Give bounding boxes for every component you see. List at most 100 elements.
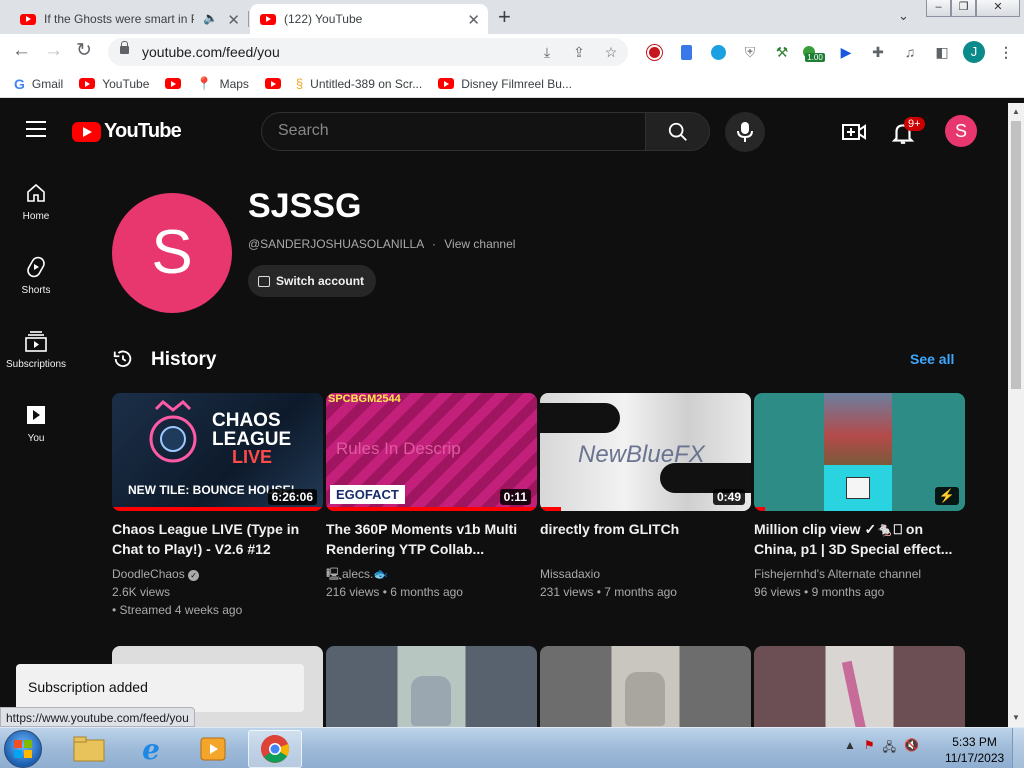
video-thumbnail[interactable]: NewBlueFX 0:49 bbox=[540, 393, 751, 511]
chrome-icon bbox=[261, 735, 289, 763]
views-and-age: 231 views • 7 months ago bbox=[540, 585, 677, 599]
network-icon[interactable]: 🖧 bbox=[883, 738, 896, 759]
bookmark-disney[interactable]: Disney Filmreel Bu... bbox=[438, 77, 572, 91]
back-icon[interactable]: ← bbox=[12, 40, 31, 62]
extension-tools-icon[interactable]: ⚒ bbox=[766, 42, 798, 62]
channel-name[interactable]: Missadaxio bbox=[540, 565, 751, 583]
scrollbar-thumb[interactable] bbox=[1011, 121, 1021, 389]
lock-icon[interactable] bbox=[120, 41, 129, 54]
restore-button[interactable]: ❐ bbox=[951, 0, 976, 17]
volume-muted-icon[interactable]: 🔇 bbox=[904, 738, 919, 759]
thumbnail-cat bbox=[625, 672, 665, 726]
taskbar-media-player[interactable] bbox=[186, 730, 240, 768]
taskbar-clock[interactable]: 5:33 PM 11/17/2023 bbox=[945, 734, 1004, 766]
video-title[interactable]: directly from GLITCh bbox=[540, 519, 751, 559]
hamburger-menu-icon[interactable] bbox=[26, 121, 46, 137]
voice-search-button[interactable] bbox=[725, 112, 765, 152]
video-thumbnail[interactable] bbox=[540, 646, 751, 727]
bookmark-scratch[interactable]: § Untitled-389 on Scr... bbox=[296, 76, 422, 91]
close-window-button[interactable]: ✕ bbox=[976, 0, 1020, 17]
taskbar-chrome[interactable] bbox=[248, 730, 302, 768]
tab-title: If the Ghosts were smart in P bbox=[44, 12, 194, 26]
video-title[interactable]: Million clip view ✓🐁⎕ on China, p1 | 3D … bbox=[754, 519, 965, 559]
forward-icon[interactable]: → bbox=[44, 40, 63, 62]
install-app-icon[interactable]: ⤓ bbox=[536, 42, 558, 62]
video-card[interactable]: CHAOS LEAGUE LIVE NEW TILE: BOUNCE HOUSE… bbox=[112, 393, 323, 619]
action-center-flag-icon[interactable]: ⚑ bbox=[864, 738, 875, 759]
search-input[interactable] bbox=[278, 122, 628, 140]
notification-badge: 9+ bbox=[904, 117, 925, 131]
channel-name[interactable]: Fishejernhd's Alternate channel bbox=[754, 565, 965, 583]
tab-youtube[interactable]: (122) YouTube ✕ bbox=[250, 4, 488, 34]
bookmark-youtube[interactable]: YouTube bbox=[79, 77, 149, 91]
extension-arrow-icon[interactable]: ▶ bbox=[830, 42, 862, 62]
tab-strip: If the Ghosts were smart in P 🔈 ✕ (122) … bbox=[0, 0, 1024, 34]
sidebar-item-home[interactable]: Home bbox=[0, 181, 72, 222]
video-thumbnail[interactable]: ⚡ bbox=[754, 393, 965, 511]
close-tab-icon[interactable]: ✕ bbox=[467, 11, 480, 29]
sidebar-item-shorts[interactable]: Shorts bbox=[0, 255, 72, 296]
video-title[interactable]: Chaos League LIVE (Type in Chat to Play!… bbox=[112, 519, 323, 559]
bookmark-youtube-2[interactable] bbox=[165, 78, 188, 89]
url-text[interactable]: youtube.com/feed/you bbox=[142, 44, 280, 60]
video-duration: 0:11 bbox=[499, 489, 531, 505]
history-heading[interactable]: History bbox=[151, 349, 216, 371]
create-video-icon[interactable] bbox=[842, 120, 866, 144]
taskbar-explorer[interactable] bbox=[62, 730, 116, 768]
taskbar-internet-explorer[interactable]: e bbox=[124, 730, 178, 768]
show-hidden-icons-icon[interactable]: ▲ bbox=[844, 738, 856, 759]
video-thumbnail[interactable] bbox=[326, 646, 537, 727]
youtube-icon bbox=[438, 78, 455, 89]
video-card[interactable]: SPCBGM2544 Rules In Descrip EGOFACT 0:11… bbox=[326, 393, 537, 601]
show-desktop-button[interactable] bbox=[1012, 728, 1024, 768]
sidebar-item-you[interactable]: You bbox=[0, 403, 72, 444]
media-control-icon[interactable]: ♫ bbox=[894, 42, 926, 62]
close-tab-icon[interactable]: ✕ bbox=[227, 11, 240, 29]
shield-icon[interactable]: ⛨ bbox=[734, 42, 766, 62]
search-button[interactable] bbox=[645, 112, 710, 151]
switch-account-button[interactable]: Switch account bbox=[248, 265, 377, 297]
video-card[interactable]: NewBlueFX 0:49 directly from GLITCh Miss… bbox=[540, 393, 751, 601]
new-tab-icon[interactable]: + bbox=[498, 6, 511, 28]
windows-taskbar: e ▲ ⚑ 🖧 🔇 5:33 PM 11/17/2023 bbox=[0, 727, 1024, 768]
bookmark-youtube-3[interactable] bbox=[264, 78, 288, 89]
video-card[interactable]: ⚡ Million clip view ✓🐁⎕ on China, p1 | 3… bbox=[754, 393, 965, 601]
account-avatar[interactable]: S bbox=[945, 115, 977, 147]
tab-ghosts[interactable]: If the Ghosts were smart in P 🔈 ✕ bbox=[12, 4, 248, 34]
scroll-up-arrow-icon[interactable]: ▲ bbox=[1012, 107, 1020, 116]
browser-toolbar: ← → ↻ youtube.com/feed/you ⤓ ⇪ ☆ ⛨ ⚒ 1.0… bbox=[0, 34, 1024, 70]
see-all-button[interactable]: See all bbox=[910, 351, 954, 367]
bookmark-label: Disney Filmreel Bu... bbox=[461, 76, 572, 91]
profile-button[interactable]: J bbox=[958, 41, 990, 63]
tab-search-chevron-icon[interactable]: ⌄ bbox=[898, 8, 909, 24]
extension-phone-icon[interactable] bbox=[670, 42, 702, 62]
channel-name[interactable]: DoodleChaos bbox=[112, 567, 185, 581]
extensions-puzzle-icon[interactable]: ✚ bbox=[862, 42, 894, 62]
ublock-icon[interactable] bbox=[638, 42, 670, 62]
video-thumbnail[interactable]: SPCBGM2544 Rules In Descrip EGOFACT 0:11 bbox=[326, 393, 537, 511]
youtube-logo[interactable]: YouTube bbox=[72, 120, 182, 143]
bookmark-gmail[interactable]: G Gmail bbox=[14, 76, 63, 92]
extension-o-icon[interactable] bbox=[702, 42, 734, 62]
reload-icon[interactable]: ↻ bbox=[76, 40, 92, 62]
page-scrollbar[interactable]: ▲ ▼ bbox=[1008, 103, 1024, 727]
speaker-icon[interactable]: 🔈 bbox=[203, 11, 218, 25]
bookmark-maps[interactable]: 📍 Maps bbox=[196, 76, 249, 92]
extension-counter-icon[interactable]: 1.00 bbox=[798, 42, 830, 62]
scroll-down-arrow-icon[interactable]: ▼ bbox=[1012, 713, 1020, 722]
channel-name[interactable]: 🖳alecs.🐟 bbox=[326, 565, 537, 583]
minimize-button[interactable]: – bbox=[926, 0, 951, 17]
sidebar-item-subscriptions[interactable]: Subscriptions bbox=[0, 329, 72, 370]
video-thumbnail[interactable] bbox=[754, 646, 965, 727]
video-title[interactable]: The 360P Moments v1b Multi Rendering YTP… bbox=[326, 519, 537, 559]
view-channel-link[interactable]: View channel bbox=[444, 237, 515, 251]
clock-date: 11/17/2023 bbox=[945, 751, 1005, 765]
start-button[interactable] bbox=[4, 730, 42, 768]
channel-avatar[interactable]: S bbox=[112, 193, 232, 313]
video-thumbnail[interactable]: CHAOS LEAGUE LIVE NEW TILE: BOUNCE HOUSE… bbox=[112, 393, 323, 511]
share-icon[interactable]: ⇪ bbox=[568, 42, 590, 62]
bookmark-star-icon[interactable]: ☆ bbox=[600, 42, 622, 62]
side-panel-icon[interactable]: ◧ bbox=[926, 42, 958, 62]
chrome-menu-icon[interactable]: ⋮ bbox=[990, 42, 1022, 62]
separator-dot: · bbox=[431, 237, 436, 251]
